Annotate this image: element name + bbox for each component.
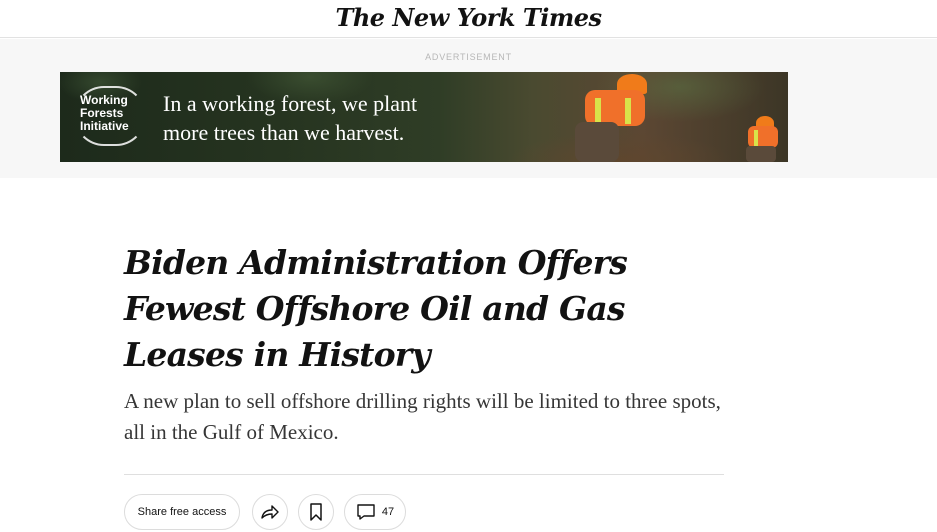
share-arrow-icon — [261, 505, 279, 519]
save-button[interactable] — [298, 494, 334, 530]
share-button[interactable] — [252, 494, 288, 530]
ad-banner[interactable]: Working Forests Initiative In a working … — [60, 72, 788, 162]
advertisement-band: ADVERTISEMENT Working Forests Initiative… — [0, 39, 937, 178]
article-header: Biden Administration Offers Fewest Offsh… — [124, 240, 724, 378]
ad-headline-line-2: more trees than we harvest. — [163, 120, 405, 145]
comment-bubble-icon — [357, 504, 375, 520]
advertisement-label: ADVERTISEMENT — [425, 52, 512, 62]
divider — [124, 474, 724, 475]
masthead: The New York Times — [0, 0, 937, 38]
comments-count: 47 — [381, 506, 395, 518]
ad-worker-figure-small — [740, 112, 786, 162]
ad-headline-line-1: In a working forest, we plant — [163, 91, 418, 116]
article-summary: A new plan to sell offshore drilling rig… — [124, 389, 721, 444]
ad-headline: In a working forest, we plant more trees… — [163, 89, 503, 147]
bookmark-icon — [310, 503, 322, 521]
ad-logo-text: Working Forests Initiative — [80, 93, 129, 133]
share-free-access-button[interactable]: Share free access — [124, 494, 240, 530]
nyt-logo[interactable]: The New York Times — [0, 3, 937, 32]
comments-button[interactable]: 47 — [344, 494, 406, 530]
article-headline: Biden Administration Offers Fewest Offsh… — [124, 243, 628, 374]
ad-worker-figure — [555, 72, 675, 162]
